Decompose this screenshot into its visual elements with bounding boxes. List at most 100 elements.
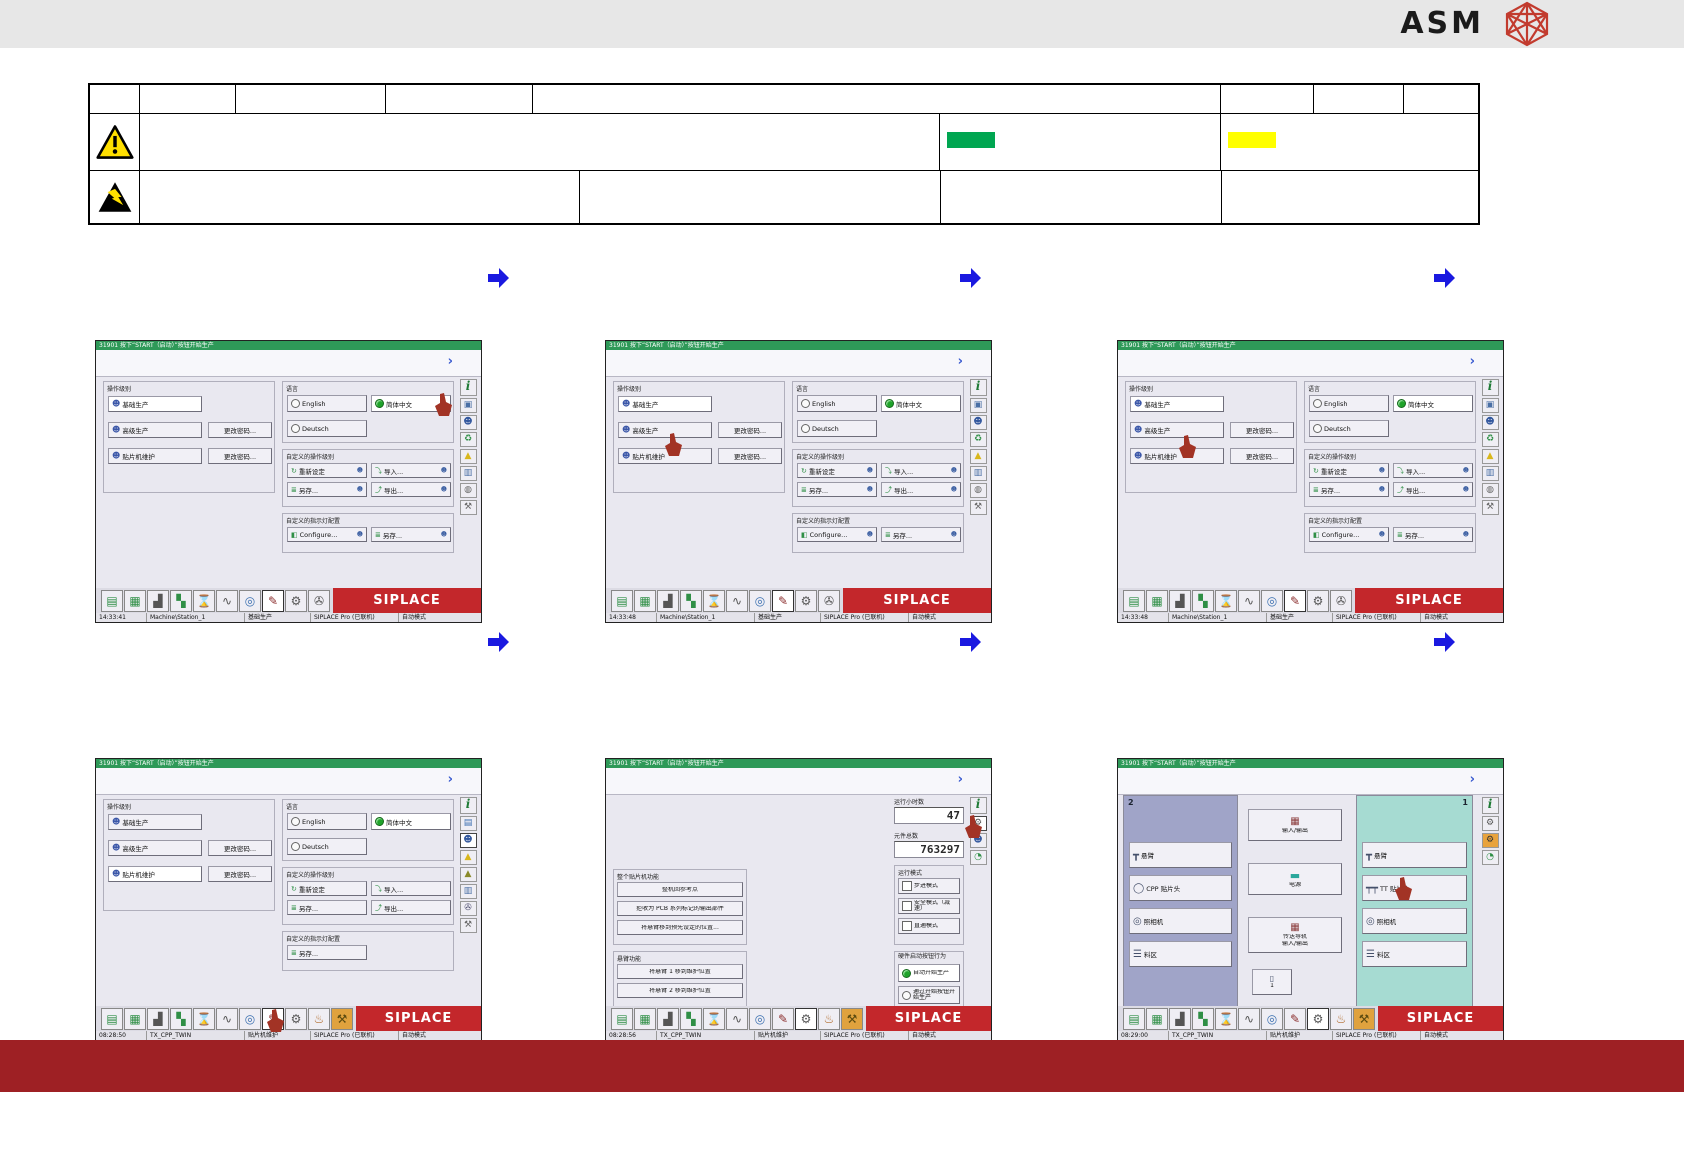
conveyor-io-button[interactable]: ▦ 传送导轨 输入/输出 [1248,917,1342,953]
chevron-right-icon[interactable]: › [1470,355,1475,368]
settings-gears-icon[interactable]: ⚙ [795,589,817,612]
statistics-icon[interactable]: ▟ [147,1007,169,1030]
trend-chart-icon[interactable]: ∿ [1238,589,1260,612]
language-chinese-button[interactable]: 简体中文 [371,813,451,830]
stats-icon[interactable]: ▥ [969,466,987,481]
vision-icon[interactable]: ◎ [239,589,261,612]
export-button[interactable]: ⤴ 导出... ☻ [1393,482,1473,497]
setup-icon[interactable]: ▚ [1192,589,1214,612]
user-level-icon[interactable]: ☻ [969,415,987,430]
statistics-icon[interactable]: ▟ [1169,589,1191,612]
reset-button[interactable]: ↻ 重新设定 ☻ [287,463,367,478]
trend-chart-icon[interactable]: ∿ [1238,1007,1260,1030]
change-password-button[interactable]: 更改密码... [1230,448,1294,464]
level-basic-production-button[interactable]: ☻ 基础生产 [618,396,712,412]
level-basic-production-button[interactable]: ☻ 基础生产 [108,396,202,412]
start-mode-radio[interactable]: 自动开始生产 [898,964,960,982]
language-german-button[interactable]: Deutsch [287,420,367,437]
manual-icon[interactable]: ▤ [459,816,477,831]
component-stations-icon[interactable]: ▦ [124,1007,146,1030]
configure-button[interactable]: ◧ Configure... ☻ [287,527,367,542]
hazard-icon[interactable]: ▲ [459,850,477,865]
reference-run-button[interactable]: 整机回参考点 [617,882,743,897]
camera-button[interactable]: ◎ 照相机 [1129,908,1232,934]
user-level-icon[interactable]: ☻ [1481,415,1499,430]
move-gantry-preset-button[interactable]: 将悬臂移到预先设定的位置... [617,920,743,935]
component-stations-icon[interactable]: ▦ [124,589,146,612]
globe-icon[interactable]: ◍ [969,483,987,498]
camera-icon[interactable]: ✇ [308,589,330,612]
esd-icon[interactable]: ▲ [459,867,477,882]
trend-chart-icon[interactable]: ∿ [726,589,748,612]
recycle-icon[interactable]: ♻ [969,432,987,447]
pcb-programs-icon[interactable]: ▤ [1123,589,1145,612]
component-stations-icon[interactable]: ▦ [634,589,656,612]
gantry-button[interactable]: ┳ 悬臂 [1362,842,1467,868]
stats-icon[interactable]: ▥ [459,884,477,899]
vision-icon[interactable]: ◎ [1261,589,1283,612]
report-icon[interactable]: ▣ [459,398,477,413]
import-button[interactable]: ⤵ 导入... ☻ [881,463,961,478]
save-as-button[interactable]: ≣ 另存... [287,900,367,915]
save-as-button[interactable]: ≣ 另存... ☻ [797,482,877,497]
level-basic-production-button[interactable]: ☻ 基础生产 [108,814,202,830]
feeder-area-button[interactable]: ☰ 料区 [1362,941,1467,967]
language-chinese-button[interactable]: 简体中文 [881,395,961,412]
user-level-icon[interactable]: ☻ [459,833,477,848]
language-english-button[interactable]: English [797,395,877,412]
oil-can-icon[interactable]: ♨ [308,1007,330,1030]
globe-icon[interactable]: ◍ [1481,483,1499,498]
info-icon[interactable]: i [1481,797,1499,814]
pcb-programs-icon[interactable]: ▤ [611,1007,633,1030]
setup-icon[interactable]: ▚ [680,589,702,612]
import-button[interactable]: ⤵ 导入... ☻ [371,463,451,478]
maintenance-wrench-icon[interactable]: ⚒ [331,1007,353,1030]
statistics-icon[interactable]: ▟ [657,589,679,612]
reject-pcb-output-button[interactable]: 拒收为 PCB 系列标记的输出部件 [617,901,743,916]
language-english-button[interactable]: English [287,395,367,412]
language-english-button[interactable]: English [1309,395,1389,412]
globe-icon[interactable]: ◍ [459,483,477,498]
trend-chart-icon[interactable]: ∿ [726,1007,748,1030]
configure-button[interactable]: ◧ Configure... ☻ [1309,527,1389,542]
reset-button[interactable]: ↻ 重新设定 ☻ [1309,463,1389,478]
component-stations-icon[interactable]: ▦ [1146,1007,1168,1030]
cleaner-icon[interactable]: ✇ [459,901,477,916]
export-button[interactable]: ⤴ 导出... ☻ [881,482,961,497]
info-icon[interactable]: i [459,797,477,814]
trend-chart-icon[interactable]: ∿ [216,589,238,612]
login-pen-icon[interactable]: ✎ [772,589,794,612]
statistics-icon[interactable]: ▟ [657,1007,679,1030]
start-mode-radio[interactable]: 通过开始按钮开始生产 [898,986,960,1004]
language-german-button[interactable]: Deutsch [797,420,877,437]
login-pen-icon[interactable]: ✎ [772,1007,794,1030]
import-button[interactable]: ⤵ 导入... ☻ [1393,463,1473,478]
level-machine-maintenance-button[interactable]: ☻ 贴片机维护 [108,448,202,464]
change-password-button[interactable]: 更改密码... [208,422,272,438]
tools-icon[interactable]: ⚒ [969,500,987,515]
stats-icon[interactable]: ▥ [459,466,477,481]
gantry-2-maintenance-button[interactable]: 将悬臂 2 移到维护位置 [617,983,743,998]
chevron-right-icon[interactable]: › [958,773,963,786]
language-german-button[interactable]: Deutsch [287,838,367,855]
change-password-button[interactable]: 更改密码... [208,448,272,464]
reset-button[interactable]: ↻ 重新设定 ☻ [797,463,877,478]
io-button[interactable]: ▦ 输入/输出 [1248,809,1342,841]
level-advanced-production-button[interactable]: ☻ 高级生产 [108,422,202,438]
save-as-button[interactable]: ≣ 另存... ☻ [881,527,961,542]
run-mode-checkbox[interactable]: 安全模式（减速） [898,898,960,914]
save-as-button[interactable]: ≣ 另存... ☻ [1309,482,1389,497]
language-german-button[interactable]: Deutsch [1309,420,1389,437]
statistics-icon[interactable]: ▟ [1169,1007,1191,1030]
oil-can-icon[interactable]: ♨ [818,1007,840,1030]
maintenance-wrench-icon[interactable]: ⚒ [841,1007,863,1030]
report-icon[interactable]: ▣ [969,398,987,413]
info-icon[interactable]: i [969,797,987,814]
level-advanced-production-button[interactable]: ☻ 高级生产 [108,840,202,856]
change-password-button[interactable]: 更改密码... [718,448,782,464]
save-as-button[interactable]: ≣ 另存... ☻ [371,527,451,542]
pcb-programs-icon[interactable]: ▤ [101,1007,123,1030]
chevron-right-icon[interactable]: › [448,773,453,786]
language-english-button[interactable]: English [287,813,367,830]
component-stations-icon[interactable]: ▦ [634,1007,656,1030]
